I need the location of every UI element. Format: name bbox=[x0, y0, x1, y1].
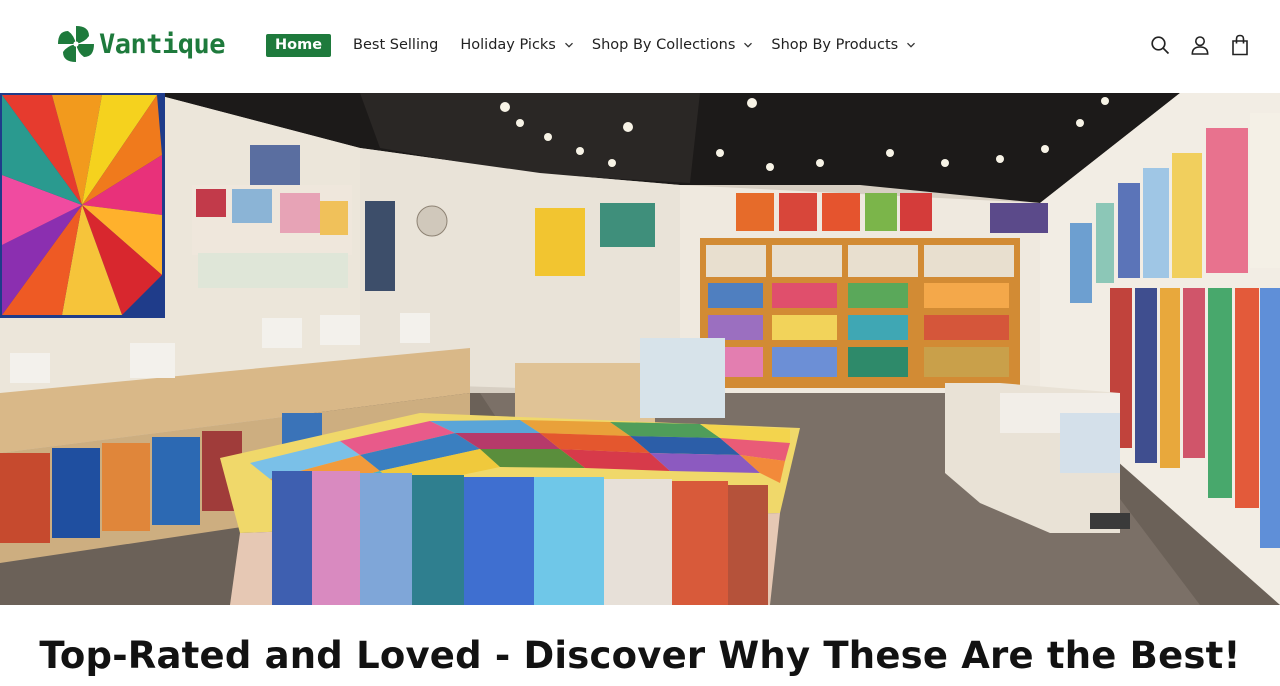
nav-item-home[interactable]: Home bbox=[266, 33, 332, 57]
pinwheel-logo-icon bbox=[58, 26, 94, 62]
search-button[interactable] bbox=[1148, 32, 1172, 58]
cart-icon bbox=[1232, 34, 1248, 56]
hero-banner-image[interactable] bbox=[0, 93, 1280, 605]
nav-item-shop-by-products[interactable]: Shop By Products bbox=[771, 37, 916, 53]
nav-item-label: Best Selling bbox=[353, 37, 439, 53]
nav-item-label: Shop By Collections bbox=[591, 37, 736, 53]
chevron-down-icon bbox=[744, 42, 753, 48]
chevron-down-icon bbox=[564, 42, 573, 48]
nav-item-holiday-picks[interactable]: Holiday Picks bbox=[460, 37, 574, 53]
cart-button[interactable] bbox=[1228, 32, 1252, 58]
brand-name: Vantique bbox=[99, 28, 226, 60]
quilt-store-illustration bbox=[0, 93, 1280, 605]
nav-item-shop-by-collections[interactable]: Shop By Collections bbox=[592, 37, 754, 53]
main-nav: Home Best Selling Holiday Picks Shop By … bbox=[266, 33, 916, 57]
nav-item-label: Shop By Products bbox=[771, 37, 899, 53]
nav-item-best-selling[interactable]: Best Selling bbox=[353, 37, 438, 53]
chevron-down-icon bbox=[907, 42, 916, 48]
account-button[interactable] bbox=[1188, 32, 1212, 58]
section-heading: Top-Rated and Loved - Discover Why These… bbox=[39, 634, 1241, 677]
account-icon bbox=[1191, 36, 1209, 55]
nav-item-label: Home bbox=[275, 37, 323, 53]
site-header: Vantique Home Best Selling Holiday Picks… bbox=[0, 0, 1280, 92]
brand-logo[interactable]: Vantique bbox=[56, 24, 226, 64]
search-icon bbox=[1151, 36, 1170, 55]
nav-item-label: Holiday Picks bbox=[460, 37, 556, 53]
header-icons bbox=[1132, 32, 1252, 58]
